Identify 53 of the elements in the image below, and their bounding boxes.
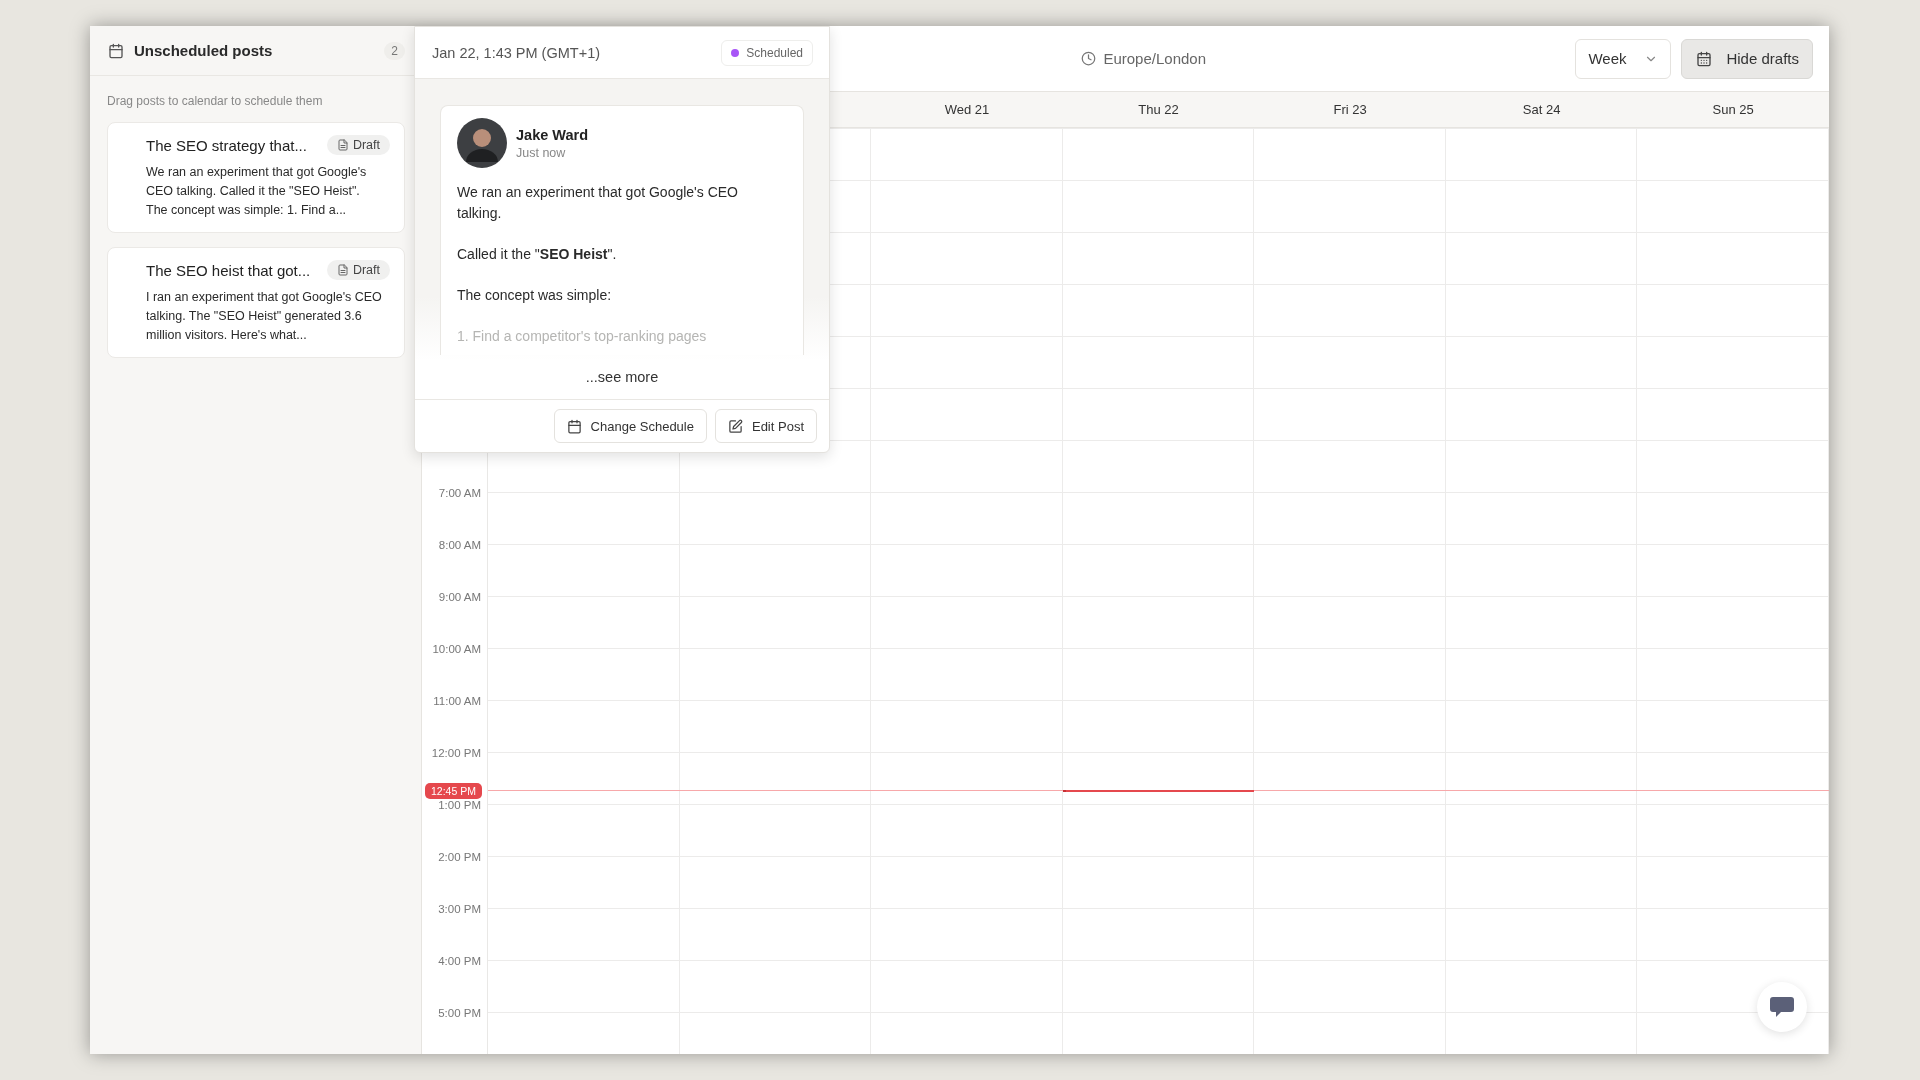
timezone-label: Europe/London: [1103, 50, 1206, 67]
post-paragraph: The concept was simple:: [457, 286, 613, 305]
edit-post-button[interactable]: Edit Post: [714, 409, 817, 443]
edit-icon: [727, 418, 743, 434]
time-label: 5:00 PM: [438, 1007, 481, 1019]
chat-icon: [1769, 995, 1795, 1019]
calendar-icon: [1696, 50, 1713, 67]
day-label: Wed 21: [944, 102, 990, 117]
post-card[interactable]: The SEO strategy that... Draft We ran an experiment that got Google's CEO talking. Called it the "SEO Heist". The concept was simple: 1. Find a...: [107, 122, 405, 233]
day-label: Sun 25: [1712, 102, 1754, 117]
chat-button[interactable]: [1757, 982, 1807, 1032]
author-name: Jake Ward: [516, 126, 588, 143]
tag-label: Draft: [352, 263, 380, 277]
view-dropdown[interactable]: Week: [1575, 38, 1672, 79]
post-paragraph: Called it the "SEO Heist".: [457, 245, 618, 264]
post-excerpt: We ran an experiment that got Google's CEO talking. Called it the "SEO Heist". The concept was simple: 1. Find a...: [146, 164, 368, 219]
schedule-time: Jan 22, 1:43 PM (GMT+1): [432, 44, 601, 61]
clock-icon: [1081, 51, 1097, 66]
post-excerpt: I ran an experiment that got Google's CEO talking. The "SEO Heist" generated 3.6 million visitors. Here's what...: [146, 289, 383, 344]
see-more-link[interactable]: ...see more: [440, 355, 804, 399]
calendar-icon: [108, 42, 124, 59]
current-time-badge: 12:45 PM: [425, 783, 482, 799]
time-label: 9:00 AM: [438, 591, 481, 603]
time-label: 4:00 PM: [438, 955, 481, 967]
hint-text: Drag posts to calendar to schedule them: [106, 93, 324, 110]
dropdown-value: Week: [1588, 50, 1627, 67]
time-label: 2:00 PM: [438, 851, 481, 863]
hide-drafts-button[interactable]: Hide drafts: [1681, 38, 1813, 79]
time-label: 10:00 AM: [432, 643, 481, 655]
time-label: 11:00 AM: [433, 695, 481, 707]
time-label: 8:00 AM: [438, 539, 481, 551]
time-label: 1:00 PM: [438, 799, 481, 811]
time-label: 12:00 PM: [431, 747, 481, 759]
day-label: Thu 22: [1138, 102, 1179, 117]
post-title: The SEO heist that got...: [146, 261, 311, 279]
sidebar-title: Unscheduled posts: [134, 42, 274, 59]
change-schedule-button[interactable]: Change Schedule: [553, 409, 707, 443]
time-label: 3:00 PM: [438, 903, 481, 915]
document-icon: [336, 264, 349, 276]
status-label: Scheduled: [746, 45, 803, 60]
count-badge: 2: [384, 41, 405, 60]
calendar-icon: [566, 418, 582, 434]
time-label: 7:00 AM: [438, 487, 481, 499]
post-time: Just now: [516, 145, 567, 160]
day-label: Sat 24: [1522, 102, 1561, 117]
tag-label: Draft: [352, 138, 380, 152]
document-icon: [336, 139, 349, 151]
post-paragraph: 1. Find a competitor's top-ranking pages: [457, 327, 708, 346]
day-label: Fri 23: [1333, 102, 1367, 117]
post-title: The SEO strategy that...: [146, 136, 307, 154]
avatar-icon: [457, 118, 507, 168]
post-card[interactable]: The SEO heist that got... Draft I ran an experiment that got Google's CEO talking. The "SEO Heist" generated 3.6 million visitors. Here's what...: [107, 247, 405, 358]
post-paragraph: We ran an experiment that got Google's CEO talking.: [457, 183, 739, 223]
